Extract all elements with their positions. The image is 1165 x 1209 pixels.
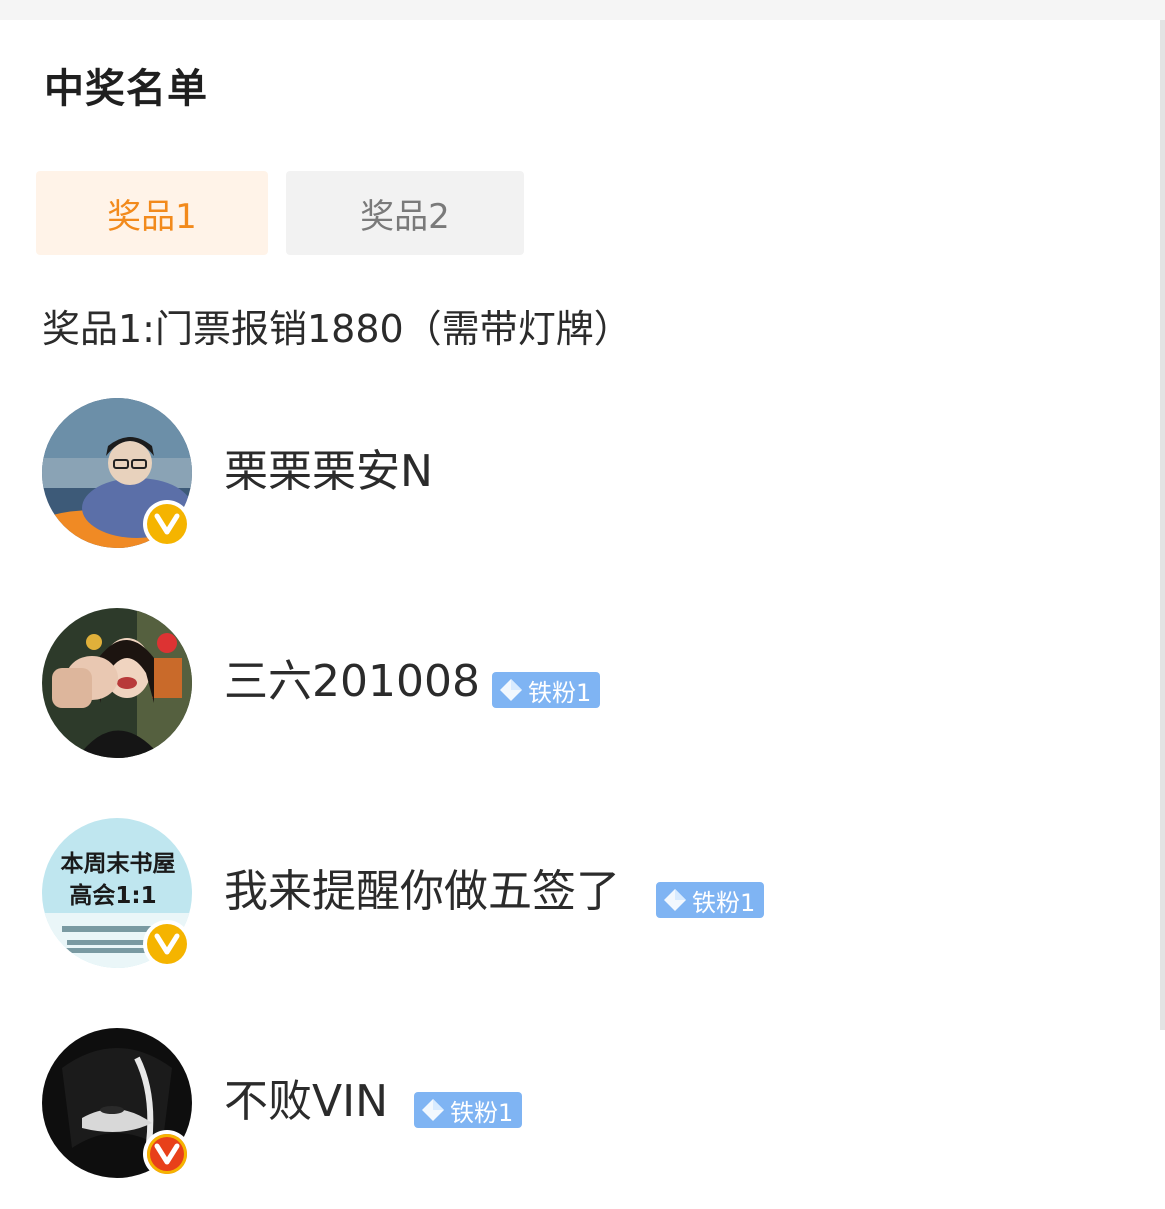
- winner-row[interactable]: 栗栗栗安N: [42, 398, 1142, 548]
- verified-badge: [143, 500, 191, 548]
- fan-badge: 铁粉1: [414, 1092, 522, 1128]
- avatar[interactable]: [42, 1028, 192, 1178]
- top-bar: [0, 0, 1165, 20]
- avatar[interactable]: [42, 398, 192, 548]
- fan-badge-label: 铁粉1: [450, 1098, 514, 1127]
- winner-name[interactable]: 栗栗栗安N: [224, 446, 433, 498]
- winner-row[interactable]: 三六201008 铁粉1: [42, 608, 1142, 758]
- winner-name[interactable]: 三六201008: [224, 656, 480, 708]
- avatar[interactable]: 本周末书屋 高会1:1: [42, 818, 192, 968]
- winner-row[interactable]: 不败VIN 铁粉1: [42, 1028, 1142, 1178]
- winner-name[interactable]: 我来提醒你做五签了: [224, 866, 620, 918]
- winner-name[interactable]: 不败VIN: [224, 1076, 388, 1128]
- fan-badge-label: 铁粉1: [692, 888, 756, 917]
- v-icon: [147, 924, 187, 964]
- fan-badge: 铁粉1: [656, 882, 764, 918]
- tab-prize-1[interactable]: 奖品1: [36, 171, 268, 255]
- avatar-caption-2: 高会1:1: [69, 883, 157, 909]
- avatar-caption-1: 本周末书屋: [60, 851, 176, 877]
- verified-badge: [143, 920, 191, 968]
- winner-row[interactable]: 本周末书屋 高会1:1 我来提醒你做五签了 铁粉1: [42, 818, 1142, 968]
- v-icon: [147, 1134, 187, 1174]
- fan-badge: 铁粉1: [492, 672, 600, 708]
- scrollbar[interactable]: [1160, 20, 1165, 1030]
- v-icon: [147, 504, 187, 544]
- prize-description: 奖品1:门票报销1880（需带灯牌）: [42, 307, 632, 351]
- verified-badge: [143, 1130, 191, 1178]
- diamond-icon: [498, 677, 524, 703]
- avatar[interactable]: [42, 608, 192, 758]
- fan-badge-label: 铁粉1: [528, 678, 592, 707]
- page-title: 中奖名单: [44, 66, 208, 112]
- diamond-icon: [420, 1097, 446, 1123]
- diamond-icon: [662, 887, 688, 913]
- avatar-image: [42, 608, 192, 758]
- tab-prize-2[interactable]: 奖品2: [286, 171, 524, 255]
